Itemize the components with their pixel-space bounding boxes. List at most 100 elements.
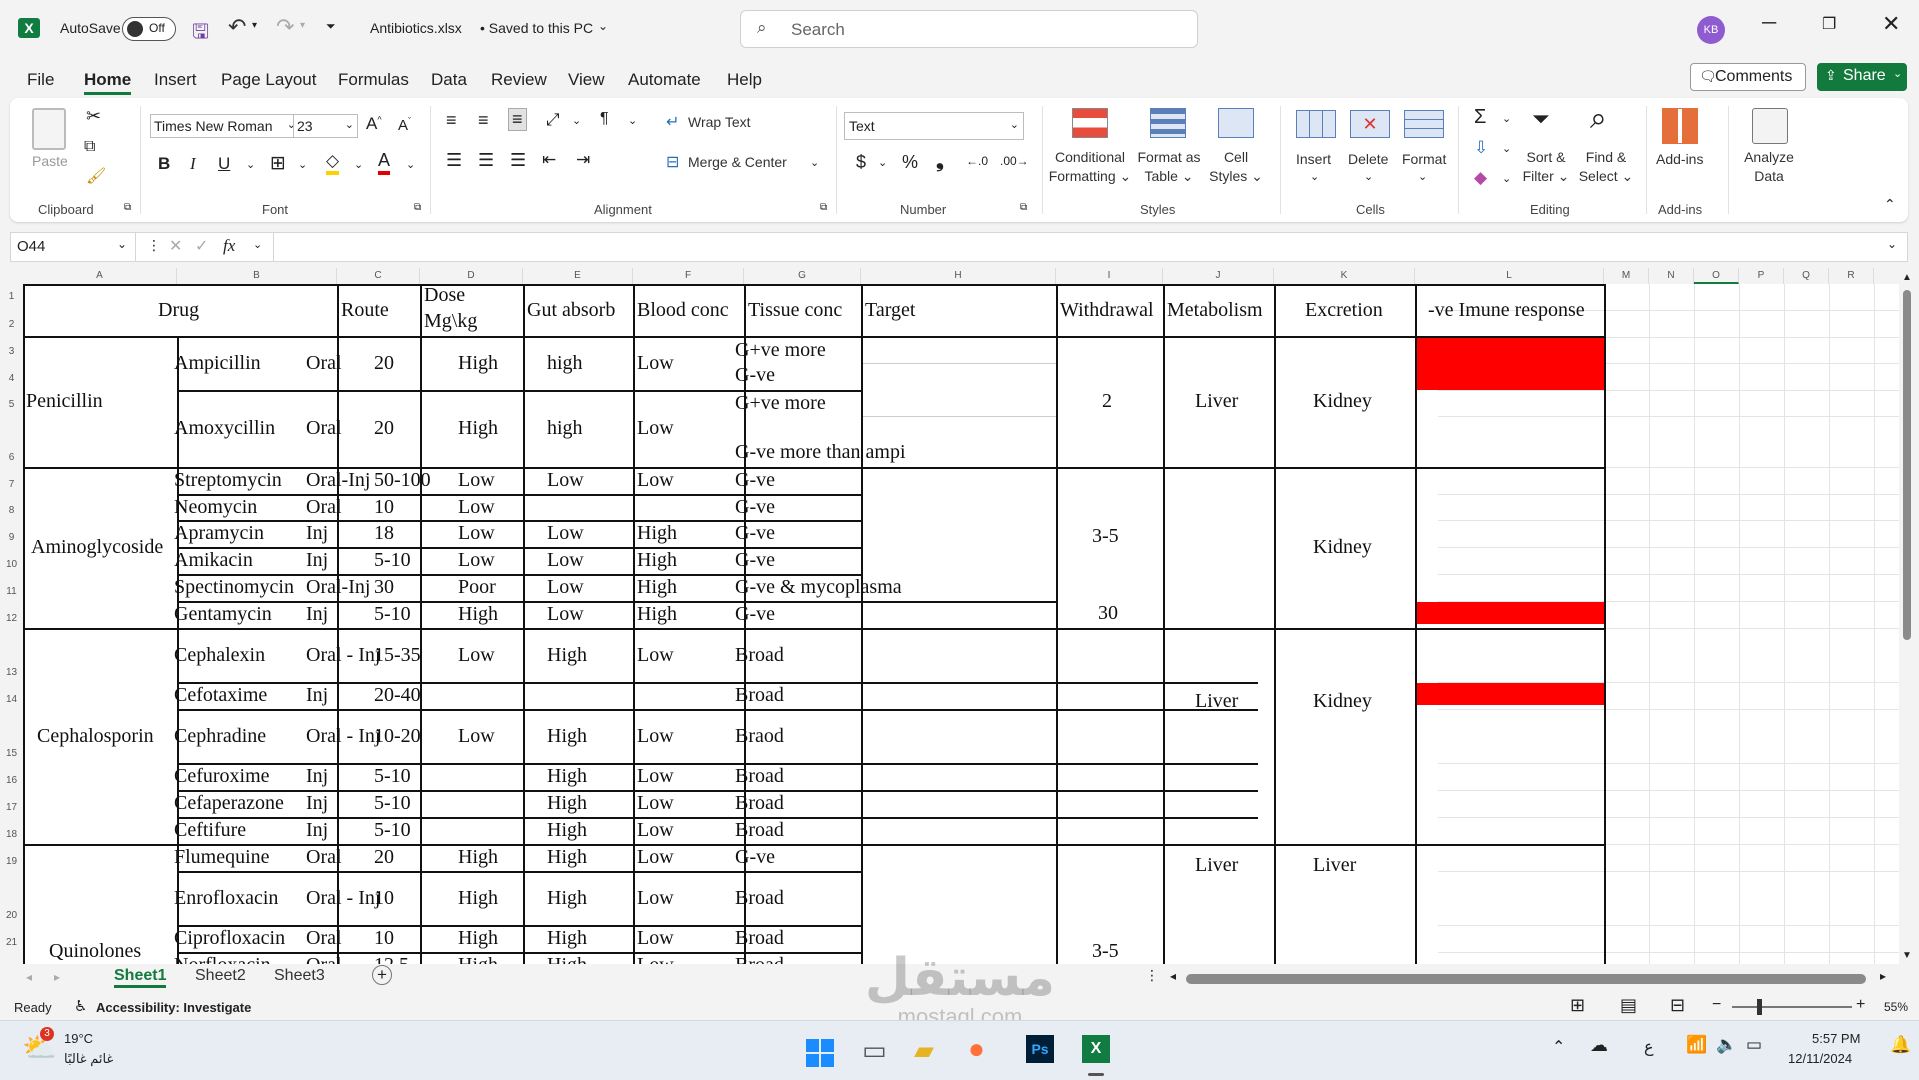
menu-automate[interactable]: Automate (628, 70, 701, 90)
column-header[interactable]: J (1163, 268, 1274, 284)
cell-drug[interactable]: Cefuroxime (174, 765, 270, 788)
cell-tissue[interactable]: Low (637, 887, 674, 910)
cell-target[interactable]: G-ve (735, 846, 775, 869)
cell-dose[interactable]: 5-10 (374, 549, 411, 572)
autosum-icon[interactable]: Σ (1474, 106, 1486, 129)
analyze-data-icon[interactable] (1752, 108, 1788, 144)
tray-chevron-icon[interactable]: ⌃ (1552, 1037, 1565, 1057)
cell-target[interactable]: Broad (735, 792, 784, 815)
cell-drug[interactable]: Cefotaxime (174, 684, 267, 707)
insert-cells-icon[interactable] (1296, 110, 1336, 138)
column-header[interactable]: R (1829, 268, 1874, 284)
row-header[interactable]: 5 (0, 399, 23, 410)
orientation-icon[interactable]: ⤢ (546, 110, 560, 130)
cell-dose[interactable]: 5-10 (374, 792, 411, 815)
volume-icon[interactable]: 🔈 (1716, 1035, 1737, 1055)
font-launcher-icon[interactable]: ⧉ (414, 202, 421, 213)
format-cells-icon[interactable] (1404, 110, 1444, 138)
autosum-chevron-icon[interactable]: ⌄ (1502, 112, 1511, 125)
cell-tissue[interactable]: Low (637, 792, 674, 815)
save-status[interactable]: • Saved to this PC (480, 20, 593, 36)
fill-color-icon[interactable]: ◇ (326, 151, 340, 175)
cell-target[interactable]: G-ve (735, 496, 775, 519)
cell-blood[interactable]: High (547, 725, 587, 748)
wrap-text-icon[interactable]: ↵ (666, 112, 679, 132)
menu-data[interactable]: Data (431, 70, 467, 90)
orientation-chevron-icon[interactable]: ⌄ (572, 114, 581, 127)
cell-route[interactable]: Inj (306, 819, 328, 842)
underline-icon[interactable]: U (218, 154, 230, 174)
zoom-out-icon[interactable]: − (1712, 996, 1721, 1014)
decrease-decimal-icon[interactable]: .00→ (1000, 154, 1029, 168)
format-cells-button[interactable]: Format (1402, 150, 1446, 169)
cell-blood[interactable]: High (547, 819, 587, 842)
cell-blood[interactable]: High (547, 765, 587, 788)
cell-blood[interactable]: high (547, 417, 583, 440)
collapse-ribbon-icon[interactable]: ⌃ (1884, 196, 1896, 213)
cell-tissue[interactable]: High (637, 549, 677, 572)
cell-target[interactable]: G-ve & mycoplasma (735, 576, 902, 599)
cell-route[interactable]: Oral (306, 417, 342, 440)
cell-gut[interactable]: High (458, 954, 498, 964)
cell-dose[interactable]: 20 (374, 352, 394, 375)
cell-target[interactable]: G+ve more (735, 339, 826, 362)
grow-font-icon[interactable]: A^ (366, 114, 382, 134)
row-header[interactable]: 4 (0, 373, 23, 384)
file-explorer-icon[interactable]: ▰ (914, 1035, 934, 1066)
row-header[interactable]: 10 (0, 559, 23, 570)
cell-dose[interactable]: 15-35 (374, 644, 421, 667)
text-direction-icon[interactable]: ¶ (600, 110, 609, 128)
format-chevron-icon[interactable]: ⌄ (1418, 170, 1427, 183)
zoom-level[interactable]: 55% (1884, 1000, 1908, 1014)
cell-tissue[interactable]: Low (637, 352, 674, 375)
cell-dose[interactable]: 5-10 (374, 765, 411, 788)
onedrive-icon[interactable]: ☁ (1590, 1035, 1608, 1056)
normal-view-icon[interactable]: ⊞ (1570, 995, 1585, 1016)
cell-tissue[interactable]: Low (637, 927, 674, 950)
cell-gut[interactable]: High (458, 603, 498, 626)
column-header[interactable]: F (633, 268, 744, 284)
cell-styles-icon[interactable] (1218, 108, 1254, 138)
row-header[interactable]: 1 (0, 291, 23, 302)
cell-tissue[interactable]: Low (637, 725, 674, 748)
column-header[interactable]: O (1694, 268, 1739, 284)
customize-toolbar-icon[interactable]: ⏷ (326, 19, 336, 34)
zoom-in-icon[interactable]: + (1856, 996, 1865, 1014)
add-sheet-icon[interactable]: + (372, 965, 392, 985)
cell-blood[interactable]: High (547, 887, 587, 910)
cell-target[interactable]: Broad (735, 765, 784, 788)
cell-route[interactable]: Oral - Inj (306, 644, 380, 667)
share-button[interactable]: ⇪ Share ⌄ (1817, 63, 1907, 91)
cell-tissue[interactable]: High (637, 603, 677, 626)
insert-function-chevron-icon[interactable]: ⌄ (253, 238, 262, 251)
cell-route[interactable]: Oral-Inj (306, 576, 370, 599)
menu-insert[interactable]: Insert (154, 70, 197, 90)
autosave-toggle[interactable]: Off (122, 17, 176, 41)
copy-icon[interactable]: ⧉ (84, 138, 95, 156)
conditional-formatting-button[interactable]: Conditional Formatting ⌄ (1046, 148, 1134, 186)
redo-dropdown-icon[interactable]: ▾ (300, 20, 305, 31)
align-right-icon[interactable]: ☰ (510, 150, 526, 171)
cell-route[interactable]: Inj (306, 522, 328, 545)
row-header[interactable]: 20 (0, 910, 23, 921)
cell-tissue[interactable]: Low (637, 417, 674, 440)
scroll-right-icon[interactable]: ▸ (1880, 969, 1886, 983)
cell-drug[interactable]: Cephalexin (174, 644, 265, 667)
delete-cells-button[interactable]: Delete (1348, 150, 1388, 169)
cell-target[interactable]: Broad (735, 954, 784, 964)
cut-icon[interactable]: ✂ (86, 106, 101, 127)
cell-dose[interactable]: 20-40 (374, 684, 421, 707)
cell-dose[interactable]: 5-10 (374, 819, 411, 842)
confirm-entry-icon[interactable]: ✓ (195, 236, 208, 256)
tab-sheet2[interactable]: Sheet2 (195, 967, 246, 985)
merge-center-icon[interactable]: ⊟ (666, 152, 679, 172)
currency-icon[interactable]: $ (856, 152, 866, 173)
row-header[interactable]: 7 (0, 479, 23, 490)
cell-dose[interactable]: 12.5 (374, 954, 409, 964)
align-top-icon[interactable]: ≡ (446, 110, 457, 131)
insert-cells-button[interactable]: Insert (1296, 150, 1331, 169)
align-bottom-icon[interactable]: ≡ (508, 108, 527, 131)
redo-icon[interactable]: ↷ (276, 14, 294, 40)
cell-blood[interactable]: High (547, 846, 587, 869)
page-layout-view-icon[interactable]: ▤ (1620, 995, 1637, 1016)
